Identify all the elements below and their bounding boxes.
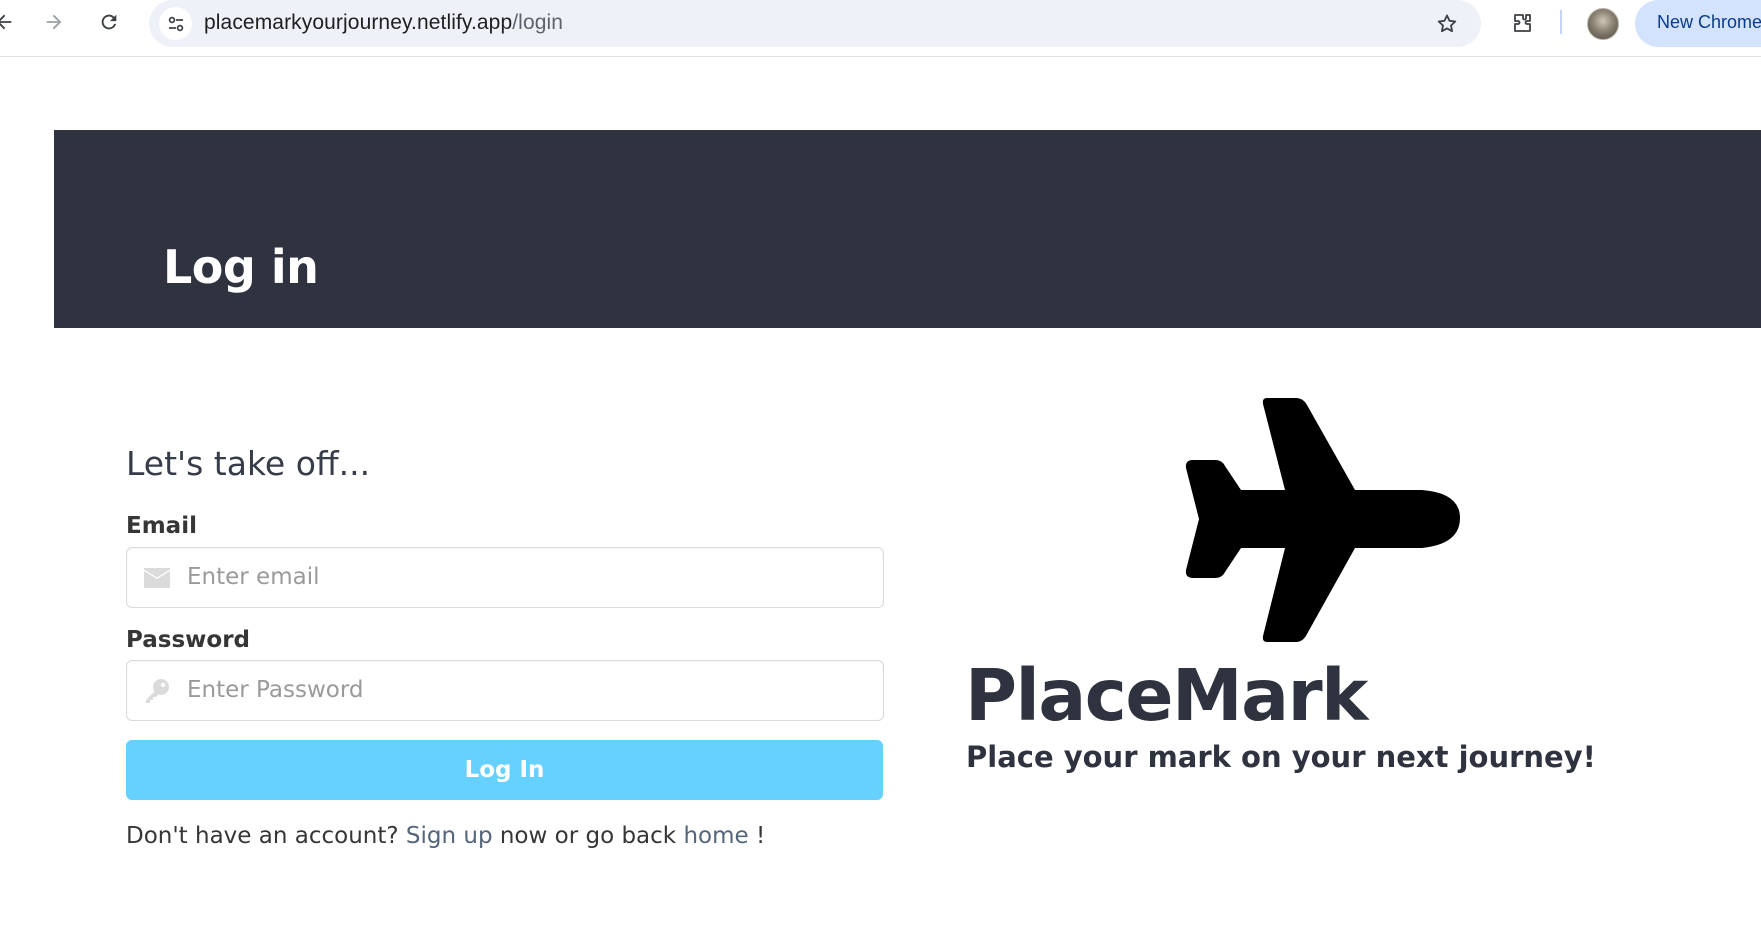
profile-avatar[interactable] (1587, 8, 1619, 40)
email-field[interactable] (126, 547, 884, 608)
site-info-icon[interactable] (159, 7, 192, 40)
signup-link[interactable]: Sign up (406, 823, 493, 849)
brand-name: PlaceMark (965, 654, 1368, 737)
password-field[interactable] (126, 660, 884, 721)
footer-middle-text: now or go back (499, 823, 677, 849)
back-icon[interactable] (0, 8, 18, 36)
extensions-icon[interactable] (1506, 7, 1538, 39)
password-label: Password (126, 627, 250, 653)
reload-icon[interactable] (95, 8, 123, 36)
new-chrome-button[interactable]: New Chrome (1635, 0, 1761, 47)
brand-tagline: Place your mark on your next journey! (966, 740, 1596, 774)
url-path: /login (512, 11, 564, 34)
signup-prompt: Don't have an account? Sign up now or go… (126, 823, 765, 849)
url-text[interactable]: placemarkyourjourney.netlify.app/login (204, 11, 563, 35)
forward-icon[interactable] (40, 8, 68, 36)
footer-prefix-text: Don't have an account? (126, 823, 399, 849)
password-input[interactable] (187, 661, 867, 718)
email-label: Email (126, 513, 197, 539)
new-chrome-label: New Chrome (1657, 12, 1761, 32)
key-icon (143, 677, 171, 705)
page-title: Log in (163, 240, 319, 294)
bookmark-star-icon[interactable] (1431, 8, 1463, 40)
address-bar[interactable]: placemarkyourjourney.netlify.app/login (149, 0, 1481, 47)
email-input[interactable] (187, 548, 867, 605)
home-link[interactable]: home (683, 823, 748, 849)
plane-icon (1185, 398, 1460, 642)
form-subtitle: Let's take off... (126, 444, 371, 483)
url-host: placemarkyourjourney.netlify.app (204, 11, 513, 34)
login-button[interactable]: Log In (126, 740, 883, 800)
browser-toolbar: placemarkyourjourney.netlify.app/login N… (0, 0, 1761, 57)
envelope-icon (143, 564, 171, 592)
hero-banner: Log in (54, 130, 1761, 328)
footer-suffix-text: ! (755, 823, 766, 849)
toolbar-divider (1560, 10, 1562, 34)
